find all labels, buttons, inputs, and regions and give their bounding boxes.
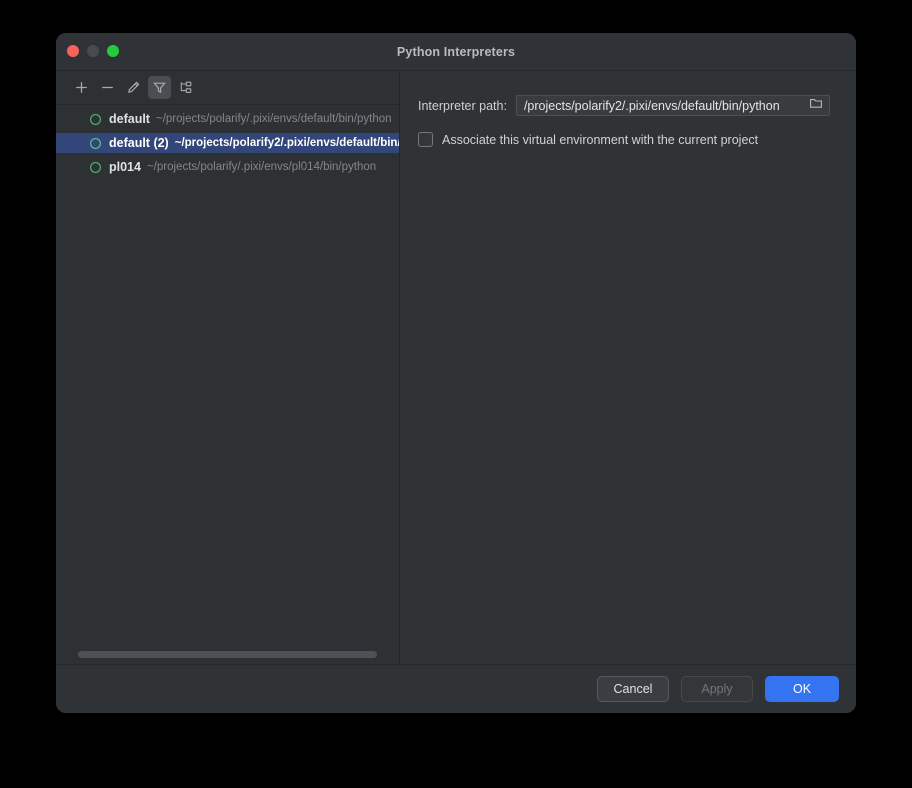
interpreter-path-input[interactable]: /projects/polarify2/.pixi/envs/default/b… [515,95,830,116]
window-controls [67,45,119,57]
close-window-button[interactable] [67,45,79,57]
filter-icon [152,80,167,95]
apply-button: Apply [681,676,753,702]
list-item[interactable]: pl014 ~/projects/polarify/.pixi/envs/pl0… [56,157,399,177]
horizontal-scrollbar[interactable] [56,644,399,664]
tree-hierarchy-icon [178,80,193,95]
interpreter-details-pane: Interpreter path: /projects/polarify2/.p… [400,71,856,664]
associate-environment-checkbox[interactable] [418,132,433,147]
list-item[interactable]: default (2) ~/projects/polarify2/.pixi/e… [56,133,399,153]
window-title: Python Interpreters [396,44,516,59]
interpreter-list[interactable]: default ~/projects/polarify/.pixi/envs/d… [56,105,399,644]
add-interpreter-button[interactable] [70,76,93,99]
list-item[interactable]: default ~/projects/polarify/.pixi/envs/d… [56,109,399,129]
associate-environment-label: Associate this virtual environment with … [442,132,759,147]
remove-interpreter-button[interactable] [96,76,119,99]
pencil-icon [126,80,141,95]
associate-environment-row[interactable]: Associate this virtual environment with … [418,132,856,147]
edit-interpreter-button[interactable] [122,76,145,99]
ok-button[interactable]: OK [765,676,839,702]
interpreter-path: ~/projects/polarify/.pixi/envs/default/b… [155,113,392,125]
dialog-footer: Cancel Apply OK [56,664,856,713]
interpreter-name: pl014 [109,160,141,174]
interpreter-path-label: Interpreter path: [418,98,507,113]
minus-icon [100,80,115,95]
group-by-button[interactable] [174,76,197,99]
interpreter-name: default (2) [109,136,169,150]
interpreter-list-pane: default ~/projects/polarify/.pixi/envs/d… [56,71,400,664]
python-env-icon [89,161,102,173]
interpreter-path-row: Interpreter path: /projects/polarify2/.p… [418,95,856,116]
cancel-button[interactable]: Cancel [597,676,669,702]
list-toolbar [56,71,399,105]
plus-icon [74,80,89,95]
minimize-window-button[interactable] [87,45,99,57]
interpreter-path: ~/projects/polarify/.pixi/envs/pl014/bin… [146,161,377,173]
dialog-body: default ~/projects/polarify/.pixi/envs/d… [56,70,856,664]
maximize-window-button[interactable] [107,45,119,57]
interpreter-name: default [109,112,150,126]
interpreter-path: ~/projects/polarify2/.pixi/envs/default/… [174,137,399,149]
python-env-icon [89,113,102,125]
title-bar: Python Interpreters [56,33,856,70]
python-env-icon [89,137,102,149]
horizontal-scrollbar-thumb[interactable] [78,650,377,658]
folder-icon[interactable] [809,96,823,115]
python-interpreters-dialog: Python Interpreters default ~/projects/p… [56,33,856,713]
interpreter-path-value: /projects/polarify2/.pixi/envs/default/b… [523,98,780,113]
filter-button[interactable] [148,76,171,99]
